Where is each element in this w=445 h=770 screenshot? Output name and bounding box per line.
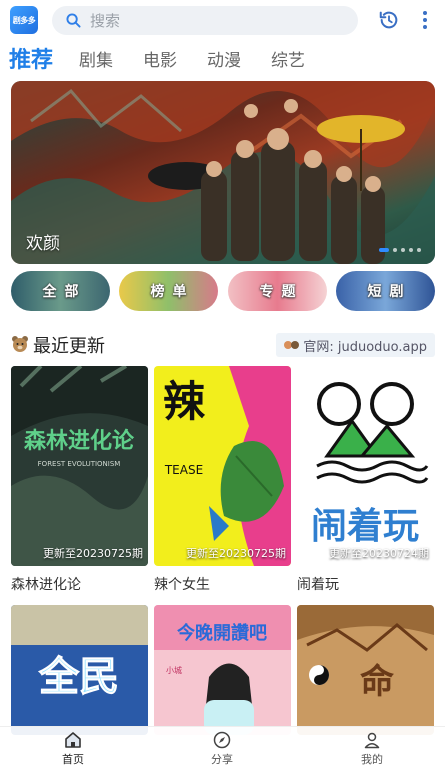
update-badge: 更新至20230725期 [43, 547, 143, 560]
svg-text:TEASE: TEASE [164, 463, 203, 477]
svg-text:闹着玩: 闹着玩 [311, 506, 419, 547]
svg-text:今晚開讚吧: 今晚開讚吧 [177, 622, 267, 644]
tab-recommend[interactable]: 推荐 [9, 42, 53, 74]
svg-text:FOREST EVOLUTIONISM: FOREST EVOLUTIONISM [38, 460, 121, 468]
nav-profile[interactable]: 我的 [332, 731, 412, 767]
pagination-dot [401, 248, 405, 252]
pagination-dot [409, 248, 413, 252]
video-card[interactable]: 闹着玩 更新至20230724期 闹着玩 [297, 366, 434, 594]
top-bar: 剧多多 搜索 [0, 0, 445, 40]
svg-text:小城: 小城 [166, 666, 182, 675]
tab-movies[interactable]: 电影 [143, 46, 177, 71]
chip-ranking[interactable]: 榜单 [119, 271, 218, 311]
compass-icon [213, 731, 231, 749]
user-icon [364, 732, 380, 749]
chip-all-label: 全部 [42, 284, 87, 300]
video-card[interactable]: 森林进化论 FOREST EVOLUTIONISM 更新至20230725期 森… [11, 366, 148, 594]
hero-banner[interactable]: 欢颜 [11, 81, 435, 264]
chip-ranking-label: 榜单 [150, 284, 195, 300]
section-title: 最近更新 [33, 336, 105, 357]
official-site-badge[interactable]: 官网: juduoduo.app [276, 333, 435, 357]
chip-all[interactable]: 全部 [11, 271, 110, 311]
chip-short-drama[interactable]: 短剧 [336, 271, 435, 311]
category-tabs: 推荐 剧集 电影 动漫 综艺 [0, 42, 445, 76]
history-icon[interactable] [378, 9, 400, 31]
update-badge: 更新至20230724期 [329, 547, 429, 560]
video-title: 闹着玩 [297, 577, 339, 593]
video-card[interactable]: 全民 [11, 605, 148, 735]
banner-title: 欢颜 [26, 234, 60, 254]
bear-icon [12, 336, 28, 352]
svg-text:森林进化论: 森林进化论 [24, 428, 135, 454]
banner-pagination [379, 248, 421, 252]
video-card[interactable]: 命 [297, 605, 434, 735]
quick-category-chips: 全部 榜单 专题 短剧 [11, 271, 435, 311]
recent-updates-header: 最近更新 官网: juduoduo.app [11, 332, 435, 358]
chip-topics[interactable]: 专题 [228, 271, 327, 311]
bottom-navigation: 首页 分享 我的 [0, 726, 445, 770]
pagination-dot-active [379, 248, 389, 252]
nav-home-label: 首页 [62, 753, 84, 766]
poster-image: 闹着玩 更新至20230724期 [297, 366, 434, 566]
banner-artwork [11, 81, 435, 264]
poster-image: 森林进化论 FOREST EVOLUTIONISM 更新至20230725期 [11, 366, 148, 566]
poster-image: 辣 TEASE 更新至20230725期 [154, 366, 291, 566]
official-site-label: 官网: juduoduo.app [303, 339, 427, 355]
poster-image: 命 [297, 605, 434, 735]
poster-image: 全民 [11, 605, 148, 735]
nav-profile-label: 我的 [361, 753, 383, 766]
svg-text:辣: 辣 [163, 377, 206, 426]
pagination-dot [393, 248, 397, 252]
search-icon [66, 13, 81, 28]
more-icon[interactable] [418, 9, 432, 31]
svg-text:全民: 全民 [38, 654, 119, 700]
chip-topics-label: 专题 [259, 284, 304, 300]
nav-home[interactable]: 首页 [33, 731, 113, 767]
nav-share[interactable]: 分享 [182, 731, 262, 767]
tab-series[interactable]: 剧集 [79, 46, 113, 71]
nav-share-label: 分享 [211, 753, 233, 766]
video-card[interactable]: 今晚開讚吧 小城 [154, 605, 291, 735]
video-card[interactable]: 辣 TEASE 更新至20230725期 辣个女生 [154, 366, 291, 594]
svg-text:命: 命 [360, 662, 394, 702]
video-title: 辣个女生 [154, 577, 210, 593]
home-icon [65, 732, 81, 748]
video-title: 森林进化论 [11, 577, 81, 593]
poster-image: 今晚開讚吧 小城 [154, 605, 291, 735]
tab-variety[interactable]: 综艺 [271, 46, 305, 71]
tab-anime[interactable]: 动漫 [207, 46, 241, 71]
mascot-icon [284, 341, 300, 349]
app-logo[interactable]: 剧多多 [10, 6, 38, 34]
chip-short-drama-label: 短剧 [367, 284, 412, 300]
pagination-dot [417, 248, 421, 252]
search-placeholder: 搜索 [90, 12, 121, 30]
update-badge: 更新至20230725期 [186, 547, 286, 560]
search-bar[interactable]: 搜索 [52, 6, 358, 35]
